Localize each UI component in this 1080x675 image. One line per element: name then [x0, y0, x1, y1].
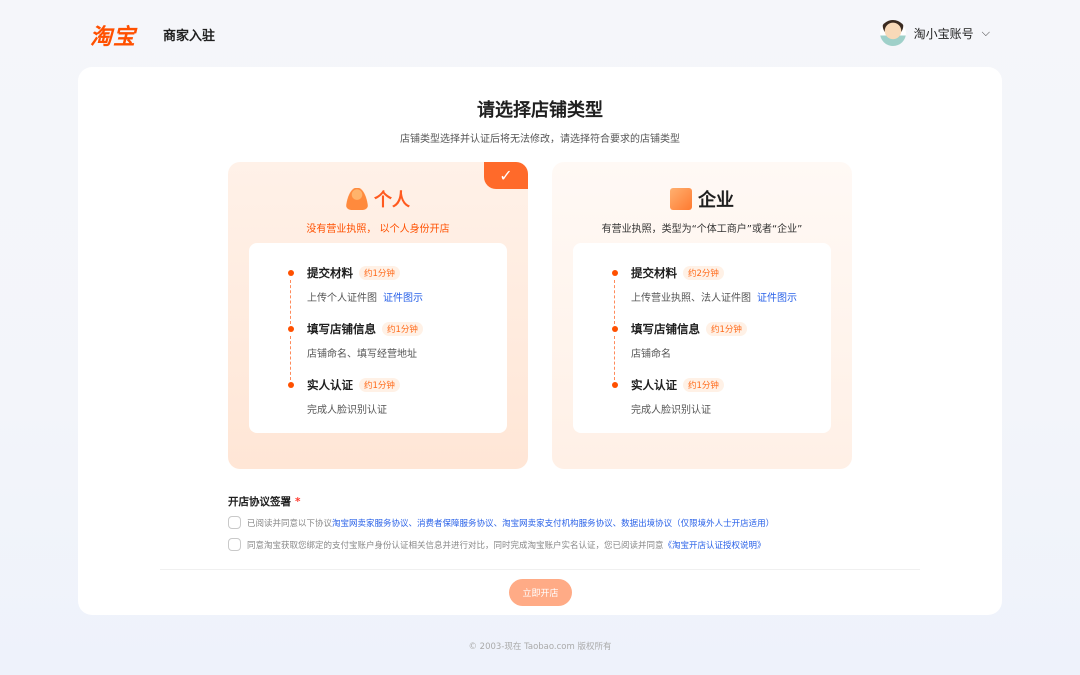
- payment-institution-agreement-link[interactable]: 淘宝网卖家支付机构服务协议: [502, 519, 613, 529]
- footer-copyright: © 2003-现在 Taobao.com 版权所有: [468, 642, 612, 652]
- step-item: 实人认证 约1分钟 完成人脸识别认证: [612, 377, 724, 416]
- store-type-enterprise-card[interactable]: 企业 有营业执照，类型为“个体工商户”或者“企业” 提交材料 约2分钟 上传营业…: [552, 162, 852, 469]
- store-type-name: 企业: [698, 190, 734, 211]
- agreement-prefix: 已阅读并同意以下协议: [247, 518, 333, 529]
- open-store-button[interactable]: 立即开店: [509, 579, 572, 606]
- store-type-personal-card[interactable]: ✓ 个人 没有营业执照， 以个人身份开店 提交材料 约1分钟 上传个人证件图 证件…: [228, 162, 528, 469]
- step-time-badge: 约1分钟: [359, 266, 400, 280]
- account-menu[interactable]: 淘小宝账号 ⌵: [879, 20, 990, 46]
- page-title: 请选择店铺类型: [477, 100, 603, 121]
- chevron-down-icon: ⌵: [981, 26, 990, 39]
- taobao-logo[interactable]: 淘宝: [90, 19, 136, 51]
- step-title: 实人认证: [631, 378, 677, 392]
- step-time-badge: 约1分钟: [683, 378, 724, 392]
- authorization-explanation-link[interactable]: 《淘宝开店认证授权说明》: [664, 541, 766, 551]
- step-dot: [288, 270, 294, 276]
- separator: 、: [493, 518, 503, 529]
- agreement-row-1: 已阅读并同意以下协议淘宝网卖家服务协议、消费者保障服务协议、淘宝网卖家支付机构服…: [228, 516, 774, 529]
- store-type-description: 没有营业执照， 以个人身份开店: [306, 224, 450, 235]
- avatar: [879, 20, 906, 46]
- data-export-agreement-link[interactable]: 数据出境协议（仅限境外人士开店适用）: [621, 519, 774, 529]
- step-title: 填写店铺信息: [631, 322, 700, 336]
- step-desc: 上传营业执照、法人证件图: [631, 293, 751, 304]
- step-desc: 完成人脸识别认证: [631, 405, 711, 416]
- step-time-badge: 约2分钟: [683, 266, 724, 280]
- step-connector: [614, 280, 615, 324]
- seller-service-agreement-link[interactable]: 淘宝网卖家服务协议: [332, 519, 409, 529]
- step-title: 提交材料: [631, 266, 677, 280]
- step-title: 填写店铺信息: [307, 322, 376, 336]
- certificate-example-link[interactable]: 证件图示: [383, 293, 423, 304]
- step-time-badge: 约1分钟: [359, 378, 400, 392]
- building-icon: [670, 188, 692, 210]
- step-item: 填写店铺信息 约1分钟 店铺命名: [612, 321, 747, 380]
- step-item: 提交材料 约2分钟 上传营业执照、法人证件图 证件图示: [612, 265, 797, 324]
- step-item: 实人认证 约1分钟 完成人脸识别认证: [288, 377, 400, 416]
- step-title: 提交材料: [307, 266, 353, 280]
- top-header: 淘宝 商家入驻 淘小宝账号 ⌵: [0, 0, 1080, 66]
- step-time-badge: 约1分钟: [706, 322, 747, 336]
- step-desc: 店铺命名: [631, 349, 671, 360]
- divider: [160, 569, 920, 570]
- step-time-badge: 约1分钟: [382, 322, 423, 336]
- step-dot: [612, 382, 618, 388]
- agreement-title: 开店协议签署 *: [228, 494, 301, 509]
- account-name: 淘小宝账号: [913, 26, 974, 41]
- agreement-row-2: 同意淘宝获取您绑定的支付宝账户身份认证相关信息并进行对比，同时完成淘宝账户实名认…: [228, 538, 766, 551]
- step-dot: [288, 326, 294, 332]
- step-dot: [288, 382, 294, 388]
- step-item: 填写店铺信息 约1分钟 店铺命名、填写经营地址: [288, 321, 423, 380]
- separator: 、: [612, 518, 622, 529]
- certificate-example-link[interactable]: 证件图示: [757, 293, 797, 304]
- step-connector: [290, 336, 291, 380]
- main-card: [78, 67, 1002, 615]
- agreement-title-text: 开店协议签署: [228, 496, 291, 508]
- separator: 、: [408, 518, 418, 529]
- step-desc: 完成人脸识别认证: [307, 405, 387, 416]
- required-mark: *: [295, 496, 301, 508]
- consumer-protection-agreement-link[interactable]: 消费者保障服务协议: [417, 519, 494, 529]
- steps-box: 提交材料 约1分钟 上传个人证件图 证件图示 填写店铺信息 约1分钟 店铺命名、填…: [249, 243, 507, 433]
- step-connector: [290, 280, 291, 324]
- step-connector: [614, 336, 615, 380]
- authorization-text: 同意淘宝获取您绑定的支付宝账户身份认证相关信息并进行对比，同时完成淘宝账户实名认…: [247, 540, 664, 551]
- brand-subtitle: 商家入驻: [163, 29, 216, 44]
- agreement-checkbox-2[interactable]: [228, 538, 241, 551]
- selected-check-icon: ✓: [484, 162, 528, 189]
- step-title: 实人认证: [307, 378, 353, 392]
- step-dot: [612, 270, 618, 276]
- store-type-name: 个人: [374, 190, 410, 211]
- page-subtitle: 店铺类型选择并认证后将无法修改，请选择符合要求的店铺类型: [400, 134, 680, 145]
- steps-box: 提交材料 约2分钟 上传营业执照、法人证件图 证件图示 填写店铺信息 约1分钟 店…: [573, 243, 831, 433]
- step-desc: 店铺命名、填写经营地址: [307, 349, 417, 360]
- step-desc: 上传个人证件图: [307, 293, 377, 304]
- person-icon: [346, 188, 368, 210]
- store-type-description: 有营业执照，类型为“个体工商户”或者“企业”: [601, 224, 803, 235]
- agreement-checkbox-1[interactable]: [228, 516, 241, 529]
- step-dot: [612, 326, 618, 332]
- step-item: 提交材料 约1分钟 上传个人证件图 证件图示: [288, 265, 423, 324]
